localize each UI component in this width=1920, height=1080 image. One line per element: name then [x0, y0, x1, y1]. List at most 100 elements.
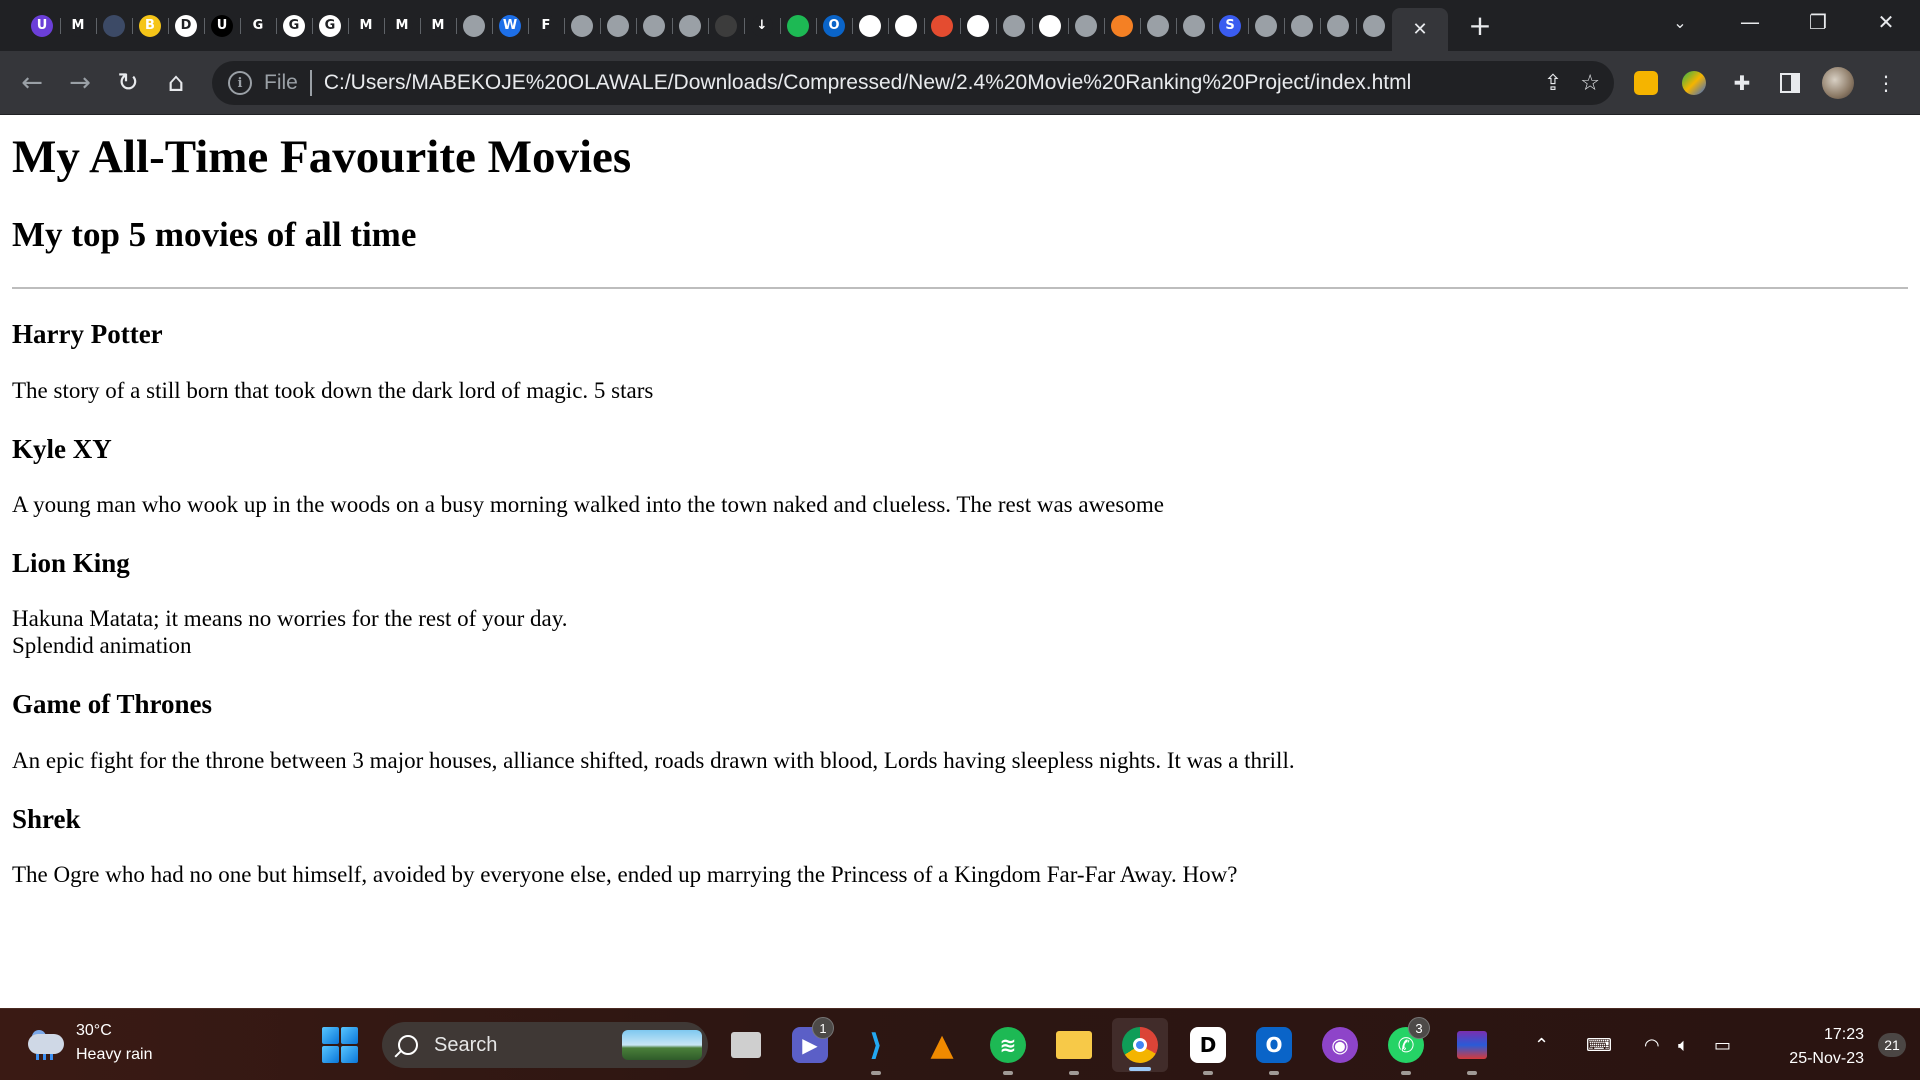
taskbar-search[interactable]: Search: [382, 1022, 708, 1068]
address-url[interactable]: C:/Users/MABEKOJE%20OLAWALE/Downloads/Co…: [324, 71, 1411, 95]
browser-tab[interactable]: ↓: [744, 8, 781, 44]
browser-tab[interactable]: O: [816, 8, 853, 44]
winrar-icon[interactable]: [1450, 1023, 1494, 1075]
browser-tab[interactable]: [1284, 8, 1321, 44]
start-windows-icon[interactable]: [322, 1027, 358, 1063]
browser-tab[interactable]: M: [348, 8, 385, 44]
forward-arrow-icon[interactable]: →: [58, 61, 102, 105]
show-hidden-icons-chevron-icon[interactable]: ⌃: [1534, 1009, 1549, 1080]
system-clock[interactable]: 17:23 25-Nov-23: [1789, 1023, 1864, 1071]
tab-favicon-globe-3-icon: [607, 14, 629, 37]
file-explorer-icon[interactable]: [1052, 1023, 1096, 1075]
notification-count-badge[interactable]: 21: [1878, 1033, 1906, 1057]
browser-tab[interactable]: M: [60, 8, 97, 44]
wifi-icon[interactable]: ◠: [1644, 1009, 1660, 1080]
tab-favicon-globe-6-icon: [1003, 14, 1025, 37]
browser-tab[interactable]: M: [420, 8, 457, 44]
browser-tab[interactable]: [600, 8, 637, 44]
browser-tab[interactable]: [1140, 8, 1177, 44]
movie-entry: Lion King Hakuna Matata; it means no worr…: [12, 547, 1908, 659]
browser-tab[interactable]: [780, 8, 817, 44]
tab-favicon-google-icon: G: [283, 14, 305, 37]
battery-icon[interactable]: ▭: [1714, 1009, 1731, 1080]
extension-yellow-icon[interactable]: [1624, 61, 1668, 105]
extension-eye-icon[interactable]: [1672, 61, 1716, 105]
outlook-new-icon[interactable]: O: [1252, 1023, 1296, 1075]
movie-entry: Harry Potter The story of a still born th…: [12, 318, 1908, 403]
reload-icon[interactable]: ↻: [106, 61, 150, 105]
back-arrow-icon[interactable]: ←: [10, 61, 54, 105]
home-icon[interactable]: ⌂: [154, 61, 198, 105]
browser-tab[interactable]: [996, 8, 1033, 44]
browser-tab[interactable]: [96, 8, 133, 44]
new-tab-plus-icon[interactable]: +: [1460, 6, 1500, 46]
browser-tab[interactable]: F: [528, 8, 565, 44]
browser-tab[interactable]: [852, 8, 889, 44]
spotify-icon[interactable]: ≋: [986, 1023, 1030, 1075]
vscode-icon[interactable]: ⟩: [854, 1023, 898, 1075]
active-tab[interactable]: ✕: [1392, 8, 1448, 51]
tab-list: U M B D U G G G M M M W F ↓ O S ✕ +: [0, 0, 1500, 51]
browser-tab[interactable]: [1068, 8, 1105, 44]
window-controls: — ❐ ✕: [1716, 0, 1920, 44]
tab-favicon-google-2-icon: G: [319, 14, 341, 37]
tab-favicon-u-dark-icon: U: [211, 14, 233, 37]
browser-tab[interactable]: S: [1212, 8, 1249, 44]
browser-tab[interactable]: [456, 8, 493, 44]
weather-widget[interactable]: 30°C Heavy rain: [26, 1019, 152, 1067]
browser-tab[interactable]: [924, 8, 961, 44]
share-icon[interactable]: ⇪: [1544, 71, 1562, 96]
restore-icon[interactable]: ❐: [1784, 0, 1852, 44]
browser-tab[interactable]: [636, 8, 673, 44]
side-panel-icon[interactable]: [1768, 61, 1812, 105]
browser-tab[interactable]: G: [276, 8, 313, 44]
site-info-icon[interactable]: i: [228, 71, 252, 95]
vlc-icon[interactable]: ▲: [920, 1023, 964, 1067]
browser-tab[interactable]: M: [384, 8, 421, 44]
browser-tab[interactable]: [1032, 8, 1069, 44]
browser-tab[interactable]: W: [492, 8, 529, 44]
github-desktop-icon[interactable]: ◉: [1318, 1023, 1362, 1067]
close-tab-icon[interactable]: ✕: [1412, 19, 1427, 40]
movie-description: An epic fight for the throne between 3 m…: [12, 747, 1908, 774]
extensions-puzzle-icon[interactable]: ✚: [1720, 61, 1764, 105]
tab-favicon-spotify-icon: [787, 14, 809, 37]
tab-favicon-git-icon: [931, 14, 953, 37]
weather-condition: Heavy rain: [76, 1046, 153, 1063]
touch-keyboard-icon[interactable]: ⌨: [1586, 1009, 1612, 1080]
browser-tab[interactable]: [1356, 8, 1393, 44]
browser-tab[interactable]: [1248, 8, 1285, 44]
browser-tab[interactable]: U: [204, 8, 241, 44]
minimize-icon[interactable]: —: [1716, 0, 1784, 44]
weather-rain-icon: [26, 1026, 66, 1060]
whatsapp-icon[interactable]: ✆ 3: [1384, 1017, 1430, 1075]
clock-date: 25-Nov-23: [1789, 1050, 1864, 1067]
dashlane-d-icon[interactable]: D: [1186, 1023, 1230, 1075]
movie-description-line: A young man who wook up in the woods on …: [12, 492, 1164, 518]
profile-avatar[interactable]: [1816, 61, 1860, 105]
task-view-icon[interactable]: [724, 1023, 768, 1067]
teams-icon[interactable]: ▶ 1: [788, 1017, 834, 1067]
tab-search-chevron-icon[interactable]: ⌄: [1660, 8, 1700, 36]
browser-tab[interactable]: [1176, 8, 1213, 44]
bookmark-star-icon[interactable]: ☆: [1580, 71, 1600, 96]
search-label: Search: [434, 1033, 498, 1056]
browser-tab[interactable]: [672, 8, 709, 44]
volume-icon[interactable]: 🔈︎: [1678, 1009, 1689, 1080]
browser-tab[interactable]: D: [168, 8, 205, 44]
menu-kebab-icon[interactable]: ⋮: [1864, 61, 1908, 105]
close-window-icon[interactable]: ✕: [1852, 0, 1920, 44]
browser-tab[interactable]: [564, 8, 601, 44]
browser-tab[interactable]: [708, 8, 745, 44]
browser-tab[interactable]: [1104, 8, 1141, 44]
browser-tab[interactable]: U: [24, 8, 61, 44]
browser-tab[interactable]: B: [132, 8, 169, 44]
chrome-icon[interactable]: [1112, 1018, 1168, 1072]
browser-tab[interactable]: [888, 8, 925, 44]
browser-tab[interactable]: [1320, 8, 1357, 44]
browser-tab[interactable]: G: [312, 8, 349, 44]
browser-tab[interactable]: G: [240, 8, 277, 44]
address-bar[interactable]: i File C:/Users/MABEKOJE%20OLAWALE/Downl…: [212, 61, 1614, 105]
browser-tab[interactable]: [960, 8, 997, 44]
teams-badge: 1: [812, 1017, 834, 1039]
